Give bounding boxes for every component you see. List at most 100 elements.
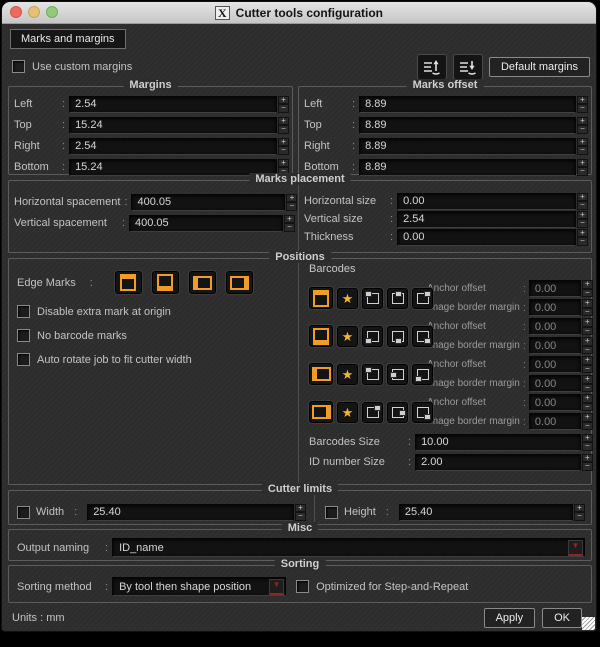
decrement-button[interactable]: − [295,512,306,521]
edge-mark-top-button[interactable] [114,271,142,294]
edge-mark-right-button[interactable] [225,271,253,294]
increment-button[interactable]: + [581,337,593,346]
increment-button[interactable]: + [581,356,593,365]
width-limit-stepper[interactable]: + − [295,503,306,521]
increment-button[interactable]: + [278,95,289,104]
horizontal-size-stepper[interactable]: + − [577,192,588,210]
increment-button[interactable]: + [581,394,593,403]
offset-top-stepper[interactable]: + − [577,116,588,134]
disable-extra-mark-checkbox[interactable] [17,305,30,318]
height-limit-checkbox[interactable] [325,505,338,519]
offset-bottom-stepper[interactable]: + − [577,158,588,176]
minimize-button[interactable] [28,6,40,18]
increment-button[interactable]: + [581,280,593,289]
increment-button[interactable]: + [278,158,289,167]
increment-button[interactable]: + [295,503,306,512]
decrement-button[interactable]: − [574,512,585,521]
decrement-button[interactable]: − [286,202,298,211]
barcode-right-bottom-anchor-button[interactable] [412,401,433,423]
offset-right-input[interactable] [359,137,576,155]
margin-right-stepper[interactable]: + − [278,137,289,155]
increment-button[interactable]: + [581,318,593,327]
image-border-margin-stepper-1[interactable]: + − [581,299,593,316]
horizontal-spacement-input[interactable] [131,193,286,211]
decrement-button[interactable]: − [577,104,588,113]
barcode-top-right-anchor-button[interactable] [412,287,433,309]
anchor-offset-stepper-3[interactable]: + − [581,356,593,373]
offset-left-input[interactable] [359,95,576,113]
barcode-bottom-right-anchor-button[interactable] [412,325,433,347]
offset-bottom-input[interactable] [359,158,576,176]
barcode-right-default-button[interactable]: ★ [337,401,358,423]
decrement-button[interactable]: − [581,442,593,451]
decrement-button[interactable]: − [581,364,593,373]
margin-top-stepper[interactable]: + − [278,116,289,134]
chevron-down-icon[interactable]: ▼ [269,578,285,595]
no-barcode-marks-checkbox[interactable] [17,329,30,342]
decrement-button[interactable]: − [284,223,295,232]
width-limit-input[interactable] [87,503,294,521]
barcode-top-center-anchor-button[interactable] [387,287,408,309]
increment-button[interactable]: + [577,137,588,146]
width-limit-checkbox[interactable] [17,505,30,519]
margin-top-input[interactable] [69,116,277,134]
increment-button[interactable]: + [577,95,588,104]
increment-button[interactable]: + [581,413,593,422]
horizontal-size-input[interactable] [397,192,576,210]
vertical-spacement-input[interactable] [129,214,283,232]
edge-mark-bottom-button[interactable] [151,271,179,294]
barcode-top-left-anchor-button[interactable] [362,287,383,309]
default-margins-button[interactable]: Default margins [488,57,590,77]
decrement-button[interactable]: − [581,326,593,335]
increment-button[interactable]: + [581,299,593,308]
increment-button[interactable]: + [284,214,295,223]
decrement-button[interactable]: − [581,402,593,411]
barcode-edge-top-button[interactable] [309,287,333,309]
resize-grip[interactable] [582,617,595,630]
offset-top-input[interactable] [359,116,576,134]
decrement-button[interactable]: − [577,201,588,210]
vertical-spacement-stepper[interactable]: + − [284,214,295,232]
anchor-offset-stepper-2[interactable]: + − [581,318,593,335]
increment-button[interactable]: + [577,158,588,167]
save-margins-preset-button[interactable] [416,54,447,80]
auto-rotate-job-checkbox[interactable] [17,353,30,366]
decrement-button[interactable]: − [581,345,593,354]
decrement-button[interactable]: − [581,307,593,316]
tab-marks-and-margins[interactable]: Marks and margins [10,29,126,49]
height-limit-stepper[interactable]: + − [574,503,585,521]
anchor-offset-stepper-1[interactable]: + − [581,280,593,297]
decrement-button[interactable]: − [581,462,593,471]
barcodes-size-stepper[interactable]: + − [581,433,593,451]
increment-button[interactable]: + [581,375,593,384]
vertical-size-input[interactable] [397,210,576,228]
decrement-button[interactable]: − [278,104,289,113]
barcode-left-bottom-anchor-button[interactable] [412,363,433,385]
margin-left-stepper[interactable]: + − [278,95,289,113]
height-limit-input[interactable] [398,503,573,521]
barcodes-size-input[interactable] [415,433,581,451]
thickness-stepper[interactable]: + − [577,228,588,246]
barcode-right-top-anchor-button[interactable] [362,401,383,423]
load-margins-preset-button[interactable] [452,54,483,80]
anchor-offset-stepper-4[interactable]: + − [581,394,593,411]
barcode-edge-right-button[interactable] [309,401,333,423]
thickness-input[interactable] [397,228,576,246]
close-button[interactable] [10,6,22,18]
decrement-button[interactable]: − [577,146,588,155]
barcode-left-default-button[interactable]: ★ [337,363,358,385]
image-border-margin-stepper-3[interactable]: + − [581,375,593,392]
barcode-bottom-left-anchor-button[interactable] [362,325,383,347]
ok-button[interactable]: OK [542,607,582,628]
edge-mark-left-button[interactable] [188,271,216,294]
title-bar[interactable]: X Cutter tools configuration [2,2,596,24]
decrement-button[interactable]: − [577,237,588,246]
margin-bottom-input[interactable] [69,158,277,176]
output-naming-combobox[interactable]: ID_name ▼ [112,538,585,557]
sorting-method-combobox[interactable]: By tool then shape position ▼ [112,577,287,596]
barcode-left-top-anchor-button[interactable] [362,363,383,385]
increment-button[interactable]: + [278,116,289,125]
margin-left-input[interactable] [69,95,277,113]
decrement-button[interactable]: − [278,125,289,134]
id-number-size-stepper[interactable]: + − [581,453,593,471]
